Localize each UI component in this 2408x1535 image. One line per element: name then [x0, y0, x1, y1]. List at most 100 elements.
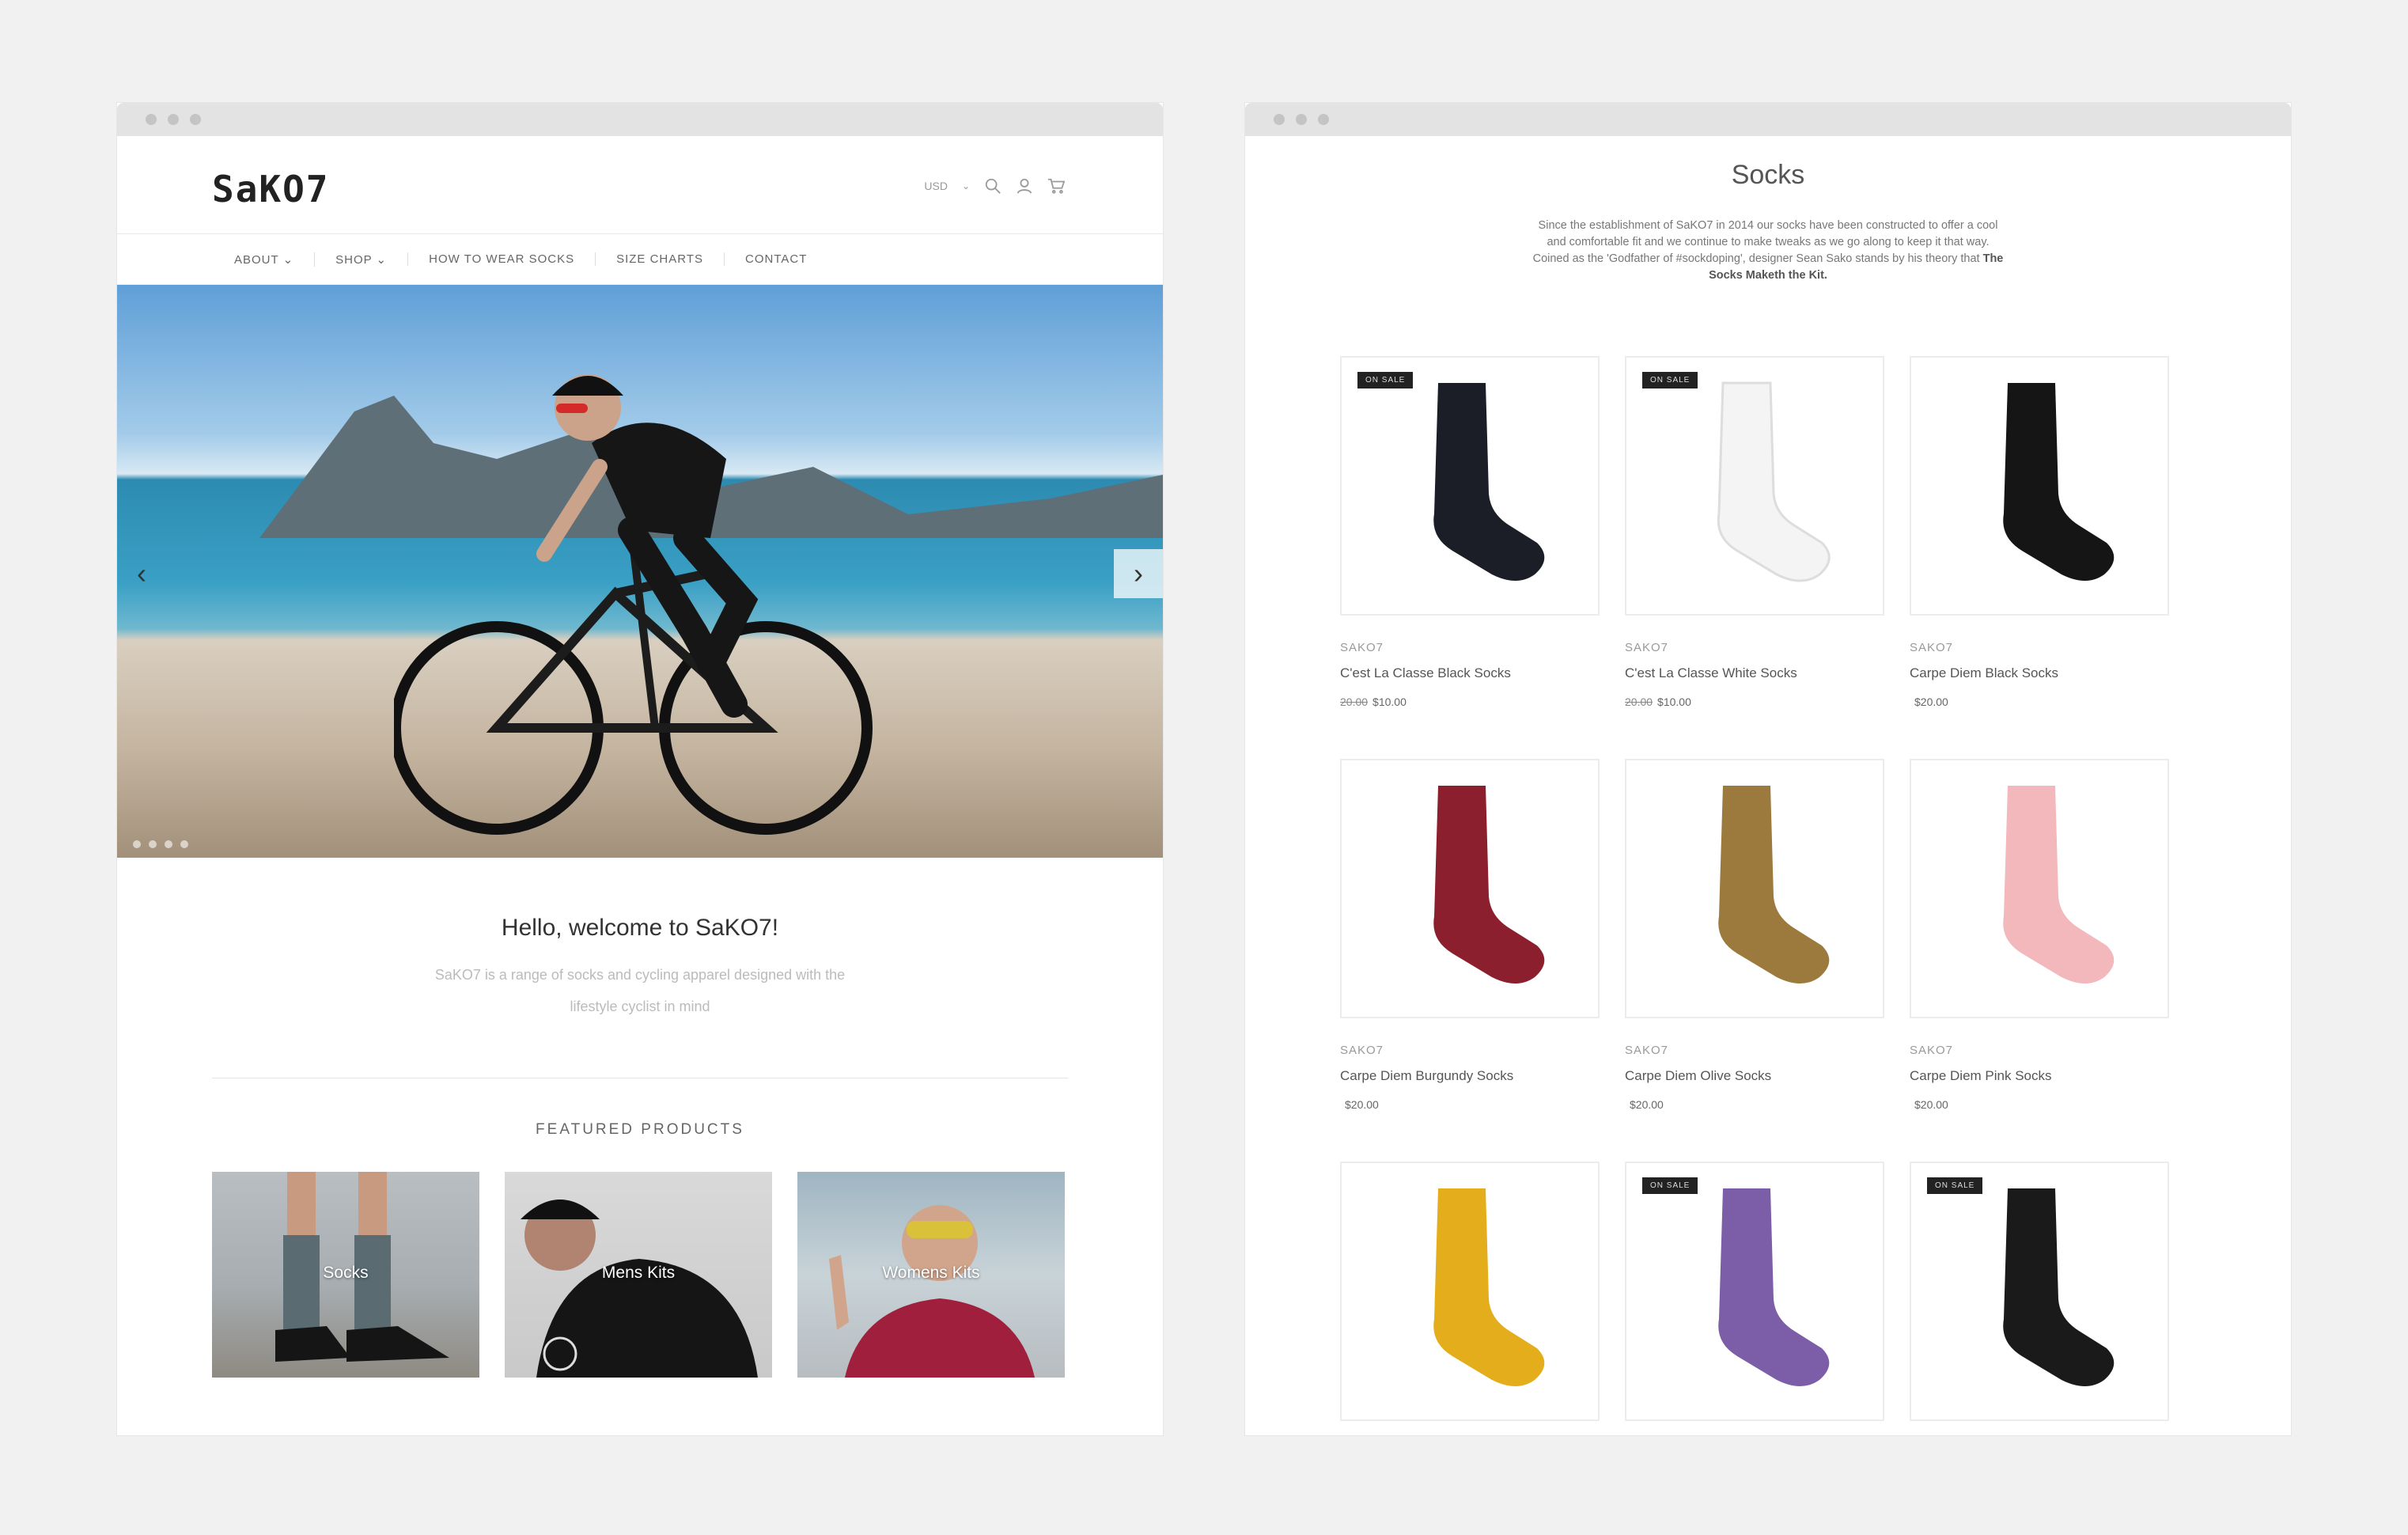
product-price-row [1340, 1446, 1600, 1459]
product-grid: ON SALE SAKO7 C'est La Classe Black Sock… [1340, 356, 2196, 1459]
product-image[interactable]: ON SALE [1340, 356, 1600, 616]
product-image[interactable]: ON SALE [1625, 1162, 1884, 1421]
collection-card-socks[interactable]: Socks [212, 1172, 479, 1378]
product-price: $20.00 [1630, 1098, 1664, 1111]
on-sale-badge: ON SALE [1927, 1177, 1983, 1194]
description-text: Since the establishment of SaKO7 in 2014… [1532, 219, 1998, 265]
product-image[interactable]: ON SALE [1625, 356, 1884, 616]
nav-about[interactable]: ABOUT ⌄ [234, 252, 314, 267]
product-vendor: SAKO7 [1625, 641, 1669, 654]
product-image[interactable] [1625, 759, 1884, 1018]
product-price-row [1625, 1446, 1884, 1459]
slide-dot[interactable] [180, 840, 188, 848]
browser-window-catalog: Socks Since the establishment of SaKO7 i… [1245, 103, 2291, 1435]
collection-label: Mens Kits [601, 1264, 676, 1282]
window-titlebar [117, 103, 1163, 136]
product-image[interactable] [1910, 759, 2169, 1018]
product-name[interactable]: Carpe Diem Olive Socks [1625, 1068, 1884, 1084]
product-compare-price: 20.00 [1625, 695, 1653, 708]
product-price-row: $20.00 [1340, 1098, 1600, 1111]
product-name[interactable]: Carpe Diem Pink Socks [1910, 1068, 2169, 1084]
product-price: $10.00 [1657, 695, 1691, 708]
hero-next-arrow[interactable]: › [1114, 549, 1163, 598]
main-nav: ABOUT ⌄ SHOP ⌄ HOW TO WEAR SOCKS SIZE CH… [117, 234, 1163, 285]
collection-description: Since the establishment of SaKO7 in 2014… [1531, 218, 2005, 284]
product-compare-price: 20.00 [1340, 695, 1369, 708]
product-price-row: $20.00 [1910, 1098, 2169, 1111]
product-card[interactable]: ON SALE [1625, 1162, 1884, 1459]
product-vendor: SAKO7 [1910, 641, 1954, 654]
product-image[interactable] [1340, 1162, 1600, 1421]
product-price-row [1910, 1446, 2169, 1459]
product-card[interactable]: ON SALE SAKO7 C'est La Classe White Sock… [1625, 356, 1884, 708]
sock-image [2003, 1188, 2115, 1386]
search-icon[interactable] [984, 177, 1001, 195]
window-dot[interactable] [1296, 114, 1307, 125]
sock-image [1433, 383, 1545, 581]
product-name[interactable]: Carpe Diem Black Socks [1910, 665, 2169, 681]
product-card[interactable] [1340, 1162, 1600, 1459]
welcome-section: Hello, welcome to SaKO7! SaKO7 is a rang… [117, 858, 1163, 1022]
product-price-row: 20.00 $10.00 [1625, 695, 1884, 708]
product-name[interactable]: Carpe Diem Burgundy Socks [1340, 1068, 1600, 1084]
collection-card-womens-kits[interactable]: Womens Kits [797, 1172, 1065, 1378]
featured-collections: Socks Mens Kits Womens Kits [212, 1172, 1068, 1378]
account-icon[interactable] [1016, 177, 1033, 195]
hero-prev-arrow[interactable]: ‹ [117, 549, 166, 598]
product-image[interactable]: ON SALE [1910, 1162, 2169, 1421]
product-vendor: SAKO7 [1910, 1044, 1954, 1057]
store-header: SaKO7 USD ⌄ [117, 136, 1163, 234]
sock-image [1433, 1188, 1545, 1386]
window-dot[interactable] [146, 114, 157, 125]
window-titlebar [1245, 103, 2291, 136]
product-vendor: SAKO7 [1340, 641, 1384, 654]
product-card[interactable]: SAKO7 Carpe Diem Burgundy Socks $20.00 [1340, 759, 1600, 1111]
product-card[interactable]: ON SALE [1910, 1162, 2169, 1459]
hero-cyclist-image [394, 374, 873, 835]
window-dot[interactable] [1318, 114, 1329, 125]
welcome-title: Hello, welcome to SaKO7! [501, 915, 779, 941]
hero-pagination [133, 840, 188, 848]
sock-image [2003, 383, 2115, 581]
slide-dot[interactable] [165, 840, 172, 848]
window-dot[interactable] [190, 114, 201, 125]
featured-products-title: FEATURED PRODUCTS [536, 1121, 744, 1138]
slide-dot[interactable] [149, 840, 157, 848]
collection-card-mens-kits[interactable]: Mens Kits [505, 1172, 772, 1378]
nav-how-to-wear-socks[interactable]: HOW TO WEAR SOCKS [407, 252, 595, 266]
chevron-down-icon: ⌄ [961, 180, 970, 191]
product-image[interactable] [1340, 759, 1600, 1018]
product-card[interactable]: SAKO7 Carpe Diem Pink Socks $20.00 [1910, 759, 2169, 1111]
nav-shop[interactable]: SHOP ⌄ [314, 252, 407, 267]
collection-label: Socks [323, 1264, 369, 1282]
product-card[interactable]: SAKO7 Carpe Diem Black Socks $20.00 [1910, 356, 2169, 708]
window-dot[interactable] [1274, 114, 1285, 125]
sock-image [1718, 786, 1830, 984]
currency-selector[interactable]: USD [924, 180, 948, 192]
cart-icon[interactable] [1047, 177, 1065, 195]
sock-image [1717, 381, 1831, 582]
product-card[interactable]: SAKO7 Carpe Diem Olive Socks $20.00 [1625, 759, 1884, 1111]
header-tools: USD ⌄ [924, 177, 1065, 195]
product-price: $20.00 [1345, 1098, 1379, 1111]
product-name[interactable]: C'est La Classe Black Socks [1340, 665, 1600, 681]
store-logo[interactable]: SaKO7 [212, 168, 329, 210]
on-sale-badge: ON SALE [1357, 372, 1414, 388]
product-price: $20.00 [1914, 695, 1948, 708]
product-vendor: SAKO7 [1625, 1044, 1669, 1057]
collection-title: Socks [1731, 160, 1805, 190]
product-image[interactable] [1910, 356, 2169, 616]
sock-image [2003, 786, 2115, 984]
product-vendor: SAKO7 [1340, 1044, 1384, 1057]
product-price: $20.00 [1914, 1098, 1948, 1111]
nav-size-charts[interactable]: SIZE CHARTS [595, 252, 724, 266]
product-name[interactable]: C'est La Classe White Socks [1625, 665, 1884, 681]
sock-image [1433, 786, 1545, 984]
nav-contact[interactable]: CONTACT [724, 252, 827, 266]
hero-slideshow[interactable]: ‹ › [117, 285, 1163, 858]
product-price-row: $20.00 [1625, 1098, 1884, 1111]
product-card[interactable]: ON SALE SAKO7 C'est La Classe Black Sock… [1340, 356, 1600, 708]
window-dot[interactable] [168, 114, 179, 125]
slide-dot[interactable] [133, 840, 141, 848]
welcome-text: SaKO7 is a range of socks and cycling ap… [434, 967, 846, 1014]
